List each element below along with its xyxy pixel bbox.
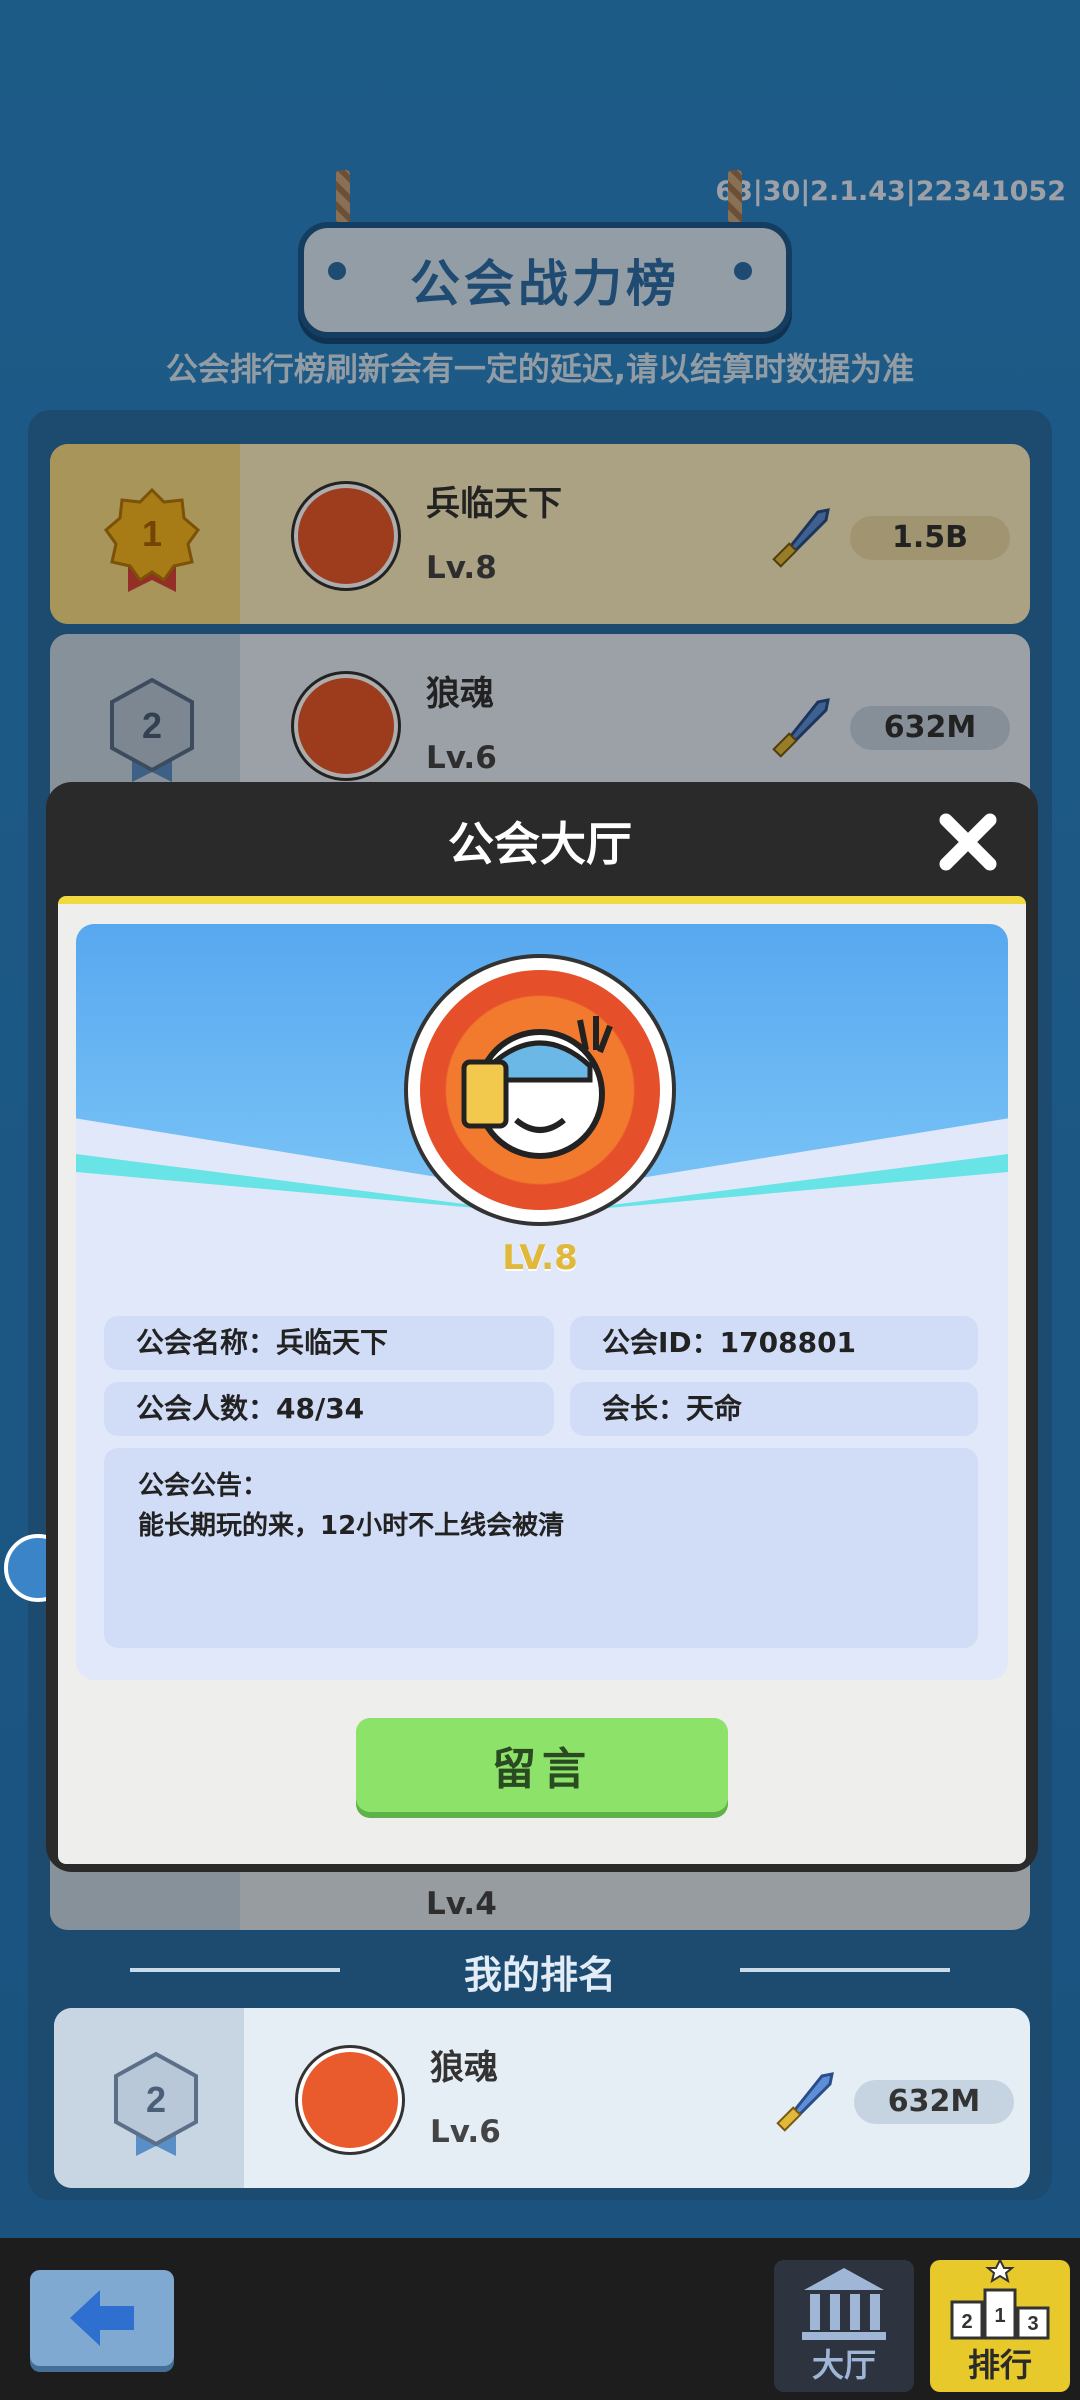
guild-level: Lv.6	[430, 2114, 501, 2150]
power-sword-icon	[776, 2072, 834, 2132]
back-button[interactable]	[30, 2270, 174, 2366]
guild-emblem-icon	[420, 970, 660, 1210]
nav-hall-label: 大厅	[811, 2346, 876, 2384]
guild-id-field: 公会ID：1708801	[570, 1316, 978, 1370]
message-button[interactable]: 留言	[356, 1718, 728, 1812]
hall-icon	[802, 2268, 886, 2340]
svg-text:1: 1	[994, 2305, 1005, 2327]
guild-members-field: 公会人数：48/34	[104, 1382, 554, 1436]
guild-power: 632M	[854, 2080, 1014, 2124]
notice-title: 公会公告：	[138, 1471, 269, 1501]
modal-title: 公会大厅	[448, 817, 632, 871]
nav-hall[interactable]: 大厅	[774, 2260, 914, 2392]
guild-logo	[298, 2048, 402, 2152]
svg-text:3: 3	[1027, 2313, 1038, 2335]
guild-name: 狼魂	[430, 2048, 498, 2088]
nav-rank-label: 排行	[967, 2346, 1032, 2384]
svg-text:2: 2	[961, 2311, 972, 2333]
notice-text: 能长期玩的来，12小时不上线会被清	[138, 1511, 565, 1541]
guild-notice: 公会公告： 能长期玩的来，12小时不上线会被清	[104, 1448, 978, 1648]
close-icon[interactable]	[932, 806, 1004, 878]
nav-rank[interactable]: 2 1 3 排行	[930, 2257, 1070, 2392]
svg-text:2: 2	[146, 2079, 166, 2120]
podium-icon: 2 1 3	[950, 2257, 1050, 2340]
silver-medal-icon: 2	[114, 2051, 198, 2156]
guild-leader-field: 会长：天命	[570, 1382, 978, 1436]
guild-level-tag: LV.8	[502, 1238, 578, 1278]
guild-name-field: 公会名称：兵临天下	[104, 1316, 554, 1370]
my-rank-row[interactable]: 2 狼魂 Lv.6 632M	[54, 2008, 1030, 2188]
back-arrow-icon	[70, 2290, 134, 2346]
my-rank-label: 我的排名	[463, 1953, 616, 1997]
